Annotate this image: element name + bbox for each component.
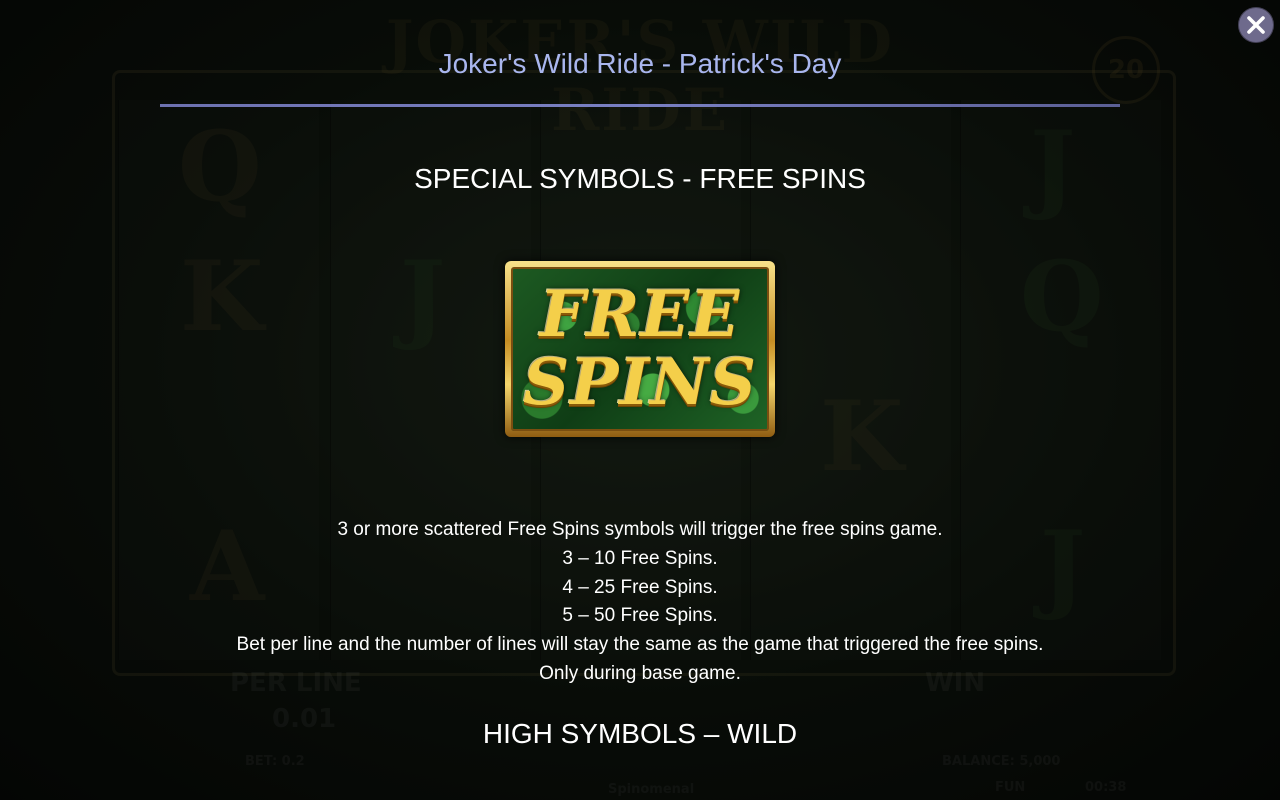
symbol-text-line2: SPINS bbox=[523, 345, 757, 420]
description-line: 5 – 50 Free Spins. bbox=[562, 605, 718, 627]
page-title: Joker's Wild Ride - Patrick's Day bbox=[438, 48, 842, 79]
description-line: 3 – 10 Free Spins. bbox=[562, 547, 718, 569]
description-line: 4 – 25 Free Spins. bbox=[562, 576, 718, 598]
free-spins-description: 3 or more scattered Free Spins symbols w… bbox=[0, 516, 1280, 689]
description-line: Bet per line and the number of lines wil… bbox=[236, 634, 1044, 656]
close-icon bbox=[1247, 16, 1265, 34]
free-spins-symbol: FREE SPINS bbox=[505, 261, 775, 437]
section-heading-free-spins: SPECIAL SYMBOLS - FREE SPINS bbox=[414, 163, 866, 194]
title-divider bbox=[160, 104, 1120, 107]
description-line: Only during base game. bbox=[539, 662, 741, 684]
clover-background: FREE SPINS bbox=[511, 267, 769, 431]
symbol-text-line1: FREE bbox=[539, 277, 741, 352]
close-button[interactable] bbox=[1238, 7, 1274, 43]
description-line: 3 or more scattered Free Spins symbols w… bbox=[337, 519, 943, 540]
section-heading-wild: HIGH SYMBOLS – WILD bbox=[482, 718, 798, 749]
